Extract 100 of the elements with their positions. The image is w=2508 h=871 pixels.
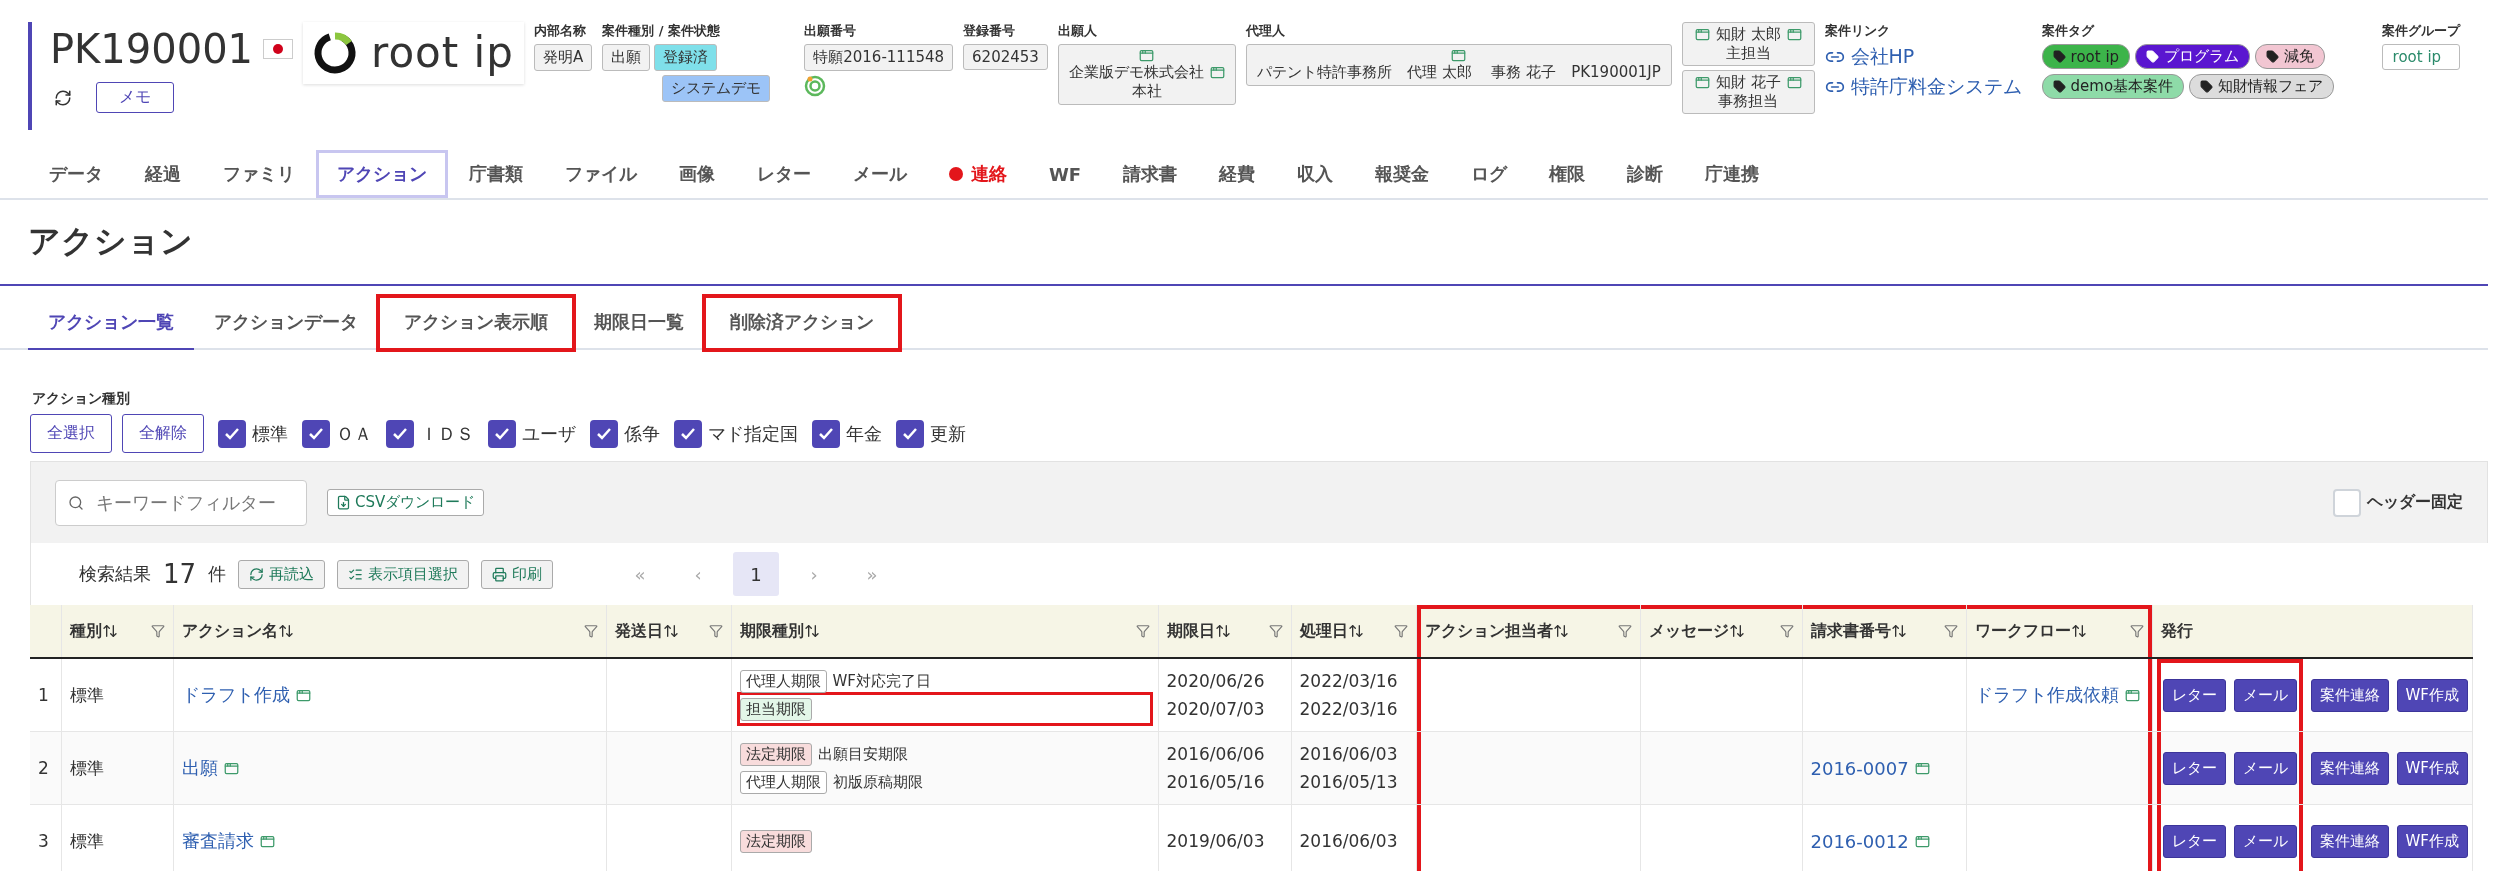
nav-tab[interactable]: 庁連携 [1684, 150, 1781, 198]
nav-tab[interactable]: 経費 [1198, 150, 1277, 198]
issue-button[interactable]: 案件連絡 [2310, 751, 2389, 785]
window-icon[interactable] [1694, 75, 1710, 90]
sub-tab[interactable]: 削除済アクション [704, 296, 900, 350]
column-header[interactable]: アクション名 [173, 605, 606, 658]
nav-tab[interactable]: ファイル [544, 150, 658, 198]
issue-button[interactable]: メール [2233, 824, 2297, 858]
window-icon[interactable] [1786, 27, 1802, 42]
filter-icon[interactable] [583, 624, 598, 638]
filter-icon[interactable] [1617, 624, 1632, 638]
checkbox[interactable] [488, 419, 516, 448]
sub-tab[interactable]: アクション表示順 [378, 296, 574, 350]
filter-icon[interactable] [1135, 624, 1150, 638]
nav-tab[interactable]: WF [1028, 150, 1103, 198]
column-header[interactable]: 発送日 [606, 605, 731, 658]
swirl-icon[interactable] [804, 75, 827, 97]
case-link[interactable]: 特許庁料金システム [1824, 74, 2022, 100]
toolbar-button[interactable]: 印刷 [481, 559, 554, 589]
nav-tab[interactable]: 経過 [124, 150, 202, 198]
search-field[interactable]: キーワードフィルター [55, 479, 307, 526]
toolbar-button[interactable]: 表示項目選択 [337, 559, 470, 589]
window-icon[interactable] [1209, 65, 1225, 80]
action-link[interactable]: 審査請求 [181, 829, 275, 853]
nav-tab[interactable]: ファミリ [202, 150, 316, 198]
workflow-link[interactable]: ドラフト作成依頼 [1974, 683, 2140, 707]
window-icon[interactable] [1139, 48, 1155, 63]
column-header[interactable]: 期限日 [1158, 605, 1291, 658]
checkbox[interactable] [812, 419, 840, 448]
case-link[interactable]: 会社HP [1824, 44, 2022, 70]
column-header[interactable]: ワークフロー [1966, 605, 2152, 658]
nav-tab[interactable]: 報奨金 [1354, 150, 1451, 198]
issue-button[interactable]: メール [2233, 678, 2297, 712]
column-header[interactable]: 請求書番号 [1802, 605, 1966, 658]
window-icon[interactable] [1694, 27, 1710, 42]
checkbox[interactable] [218, 419, 246, 448]
nav-tab[interactable]: ログ [1450, 150, 1529, 198]
sub-tab[interactable]: 期限日一覧 [574, 296, 704, 350]
nav-tab[interactable]: 庁書類 [448, 150, 544, 198]
window-icon[interactable] [295, 687, 311, 703]
nav-tab[interactable]: 連絡 [928, 150, 1028, 198]
window-icon[interactable] [2124, 687, 2140, 703]
sort-icon[interactable] [662, 623, 679, 639]
column-header[interactable]: 処理日 [1291, 605, 1416, 658]
sync-icon[interactable] [54, 88, 72, 107]
checkbox[interactable] [386, 419, 414, 448]
filter-icon[interactable] [1393, 624, 1408, 638]
page-button[interactable]: 1 [733, 552, 780, 596]
issue-button[interactable]: レター [2162, 824, 2226, 858]
nav-tab[interactable]: データ [28, 150, 124, 198]
window-icon[interactable] [1914, 760, 1930, 776]
sort-icon[interactable] [1552, 623, 1569, 639]
invoice-link[interactable]: 2016-0012 [1810, 830, 1930, 852]
nav-tab[interactable]: アクション [316, 150, 448, 198]
sort-icon[interactable] [1728, 623, 1745, 639]
nav-tab[interactable]: 権限 [1528, 150, 1607, 198]
column-header[interactable]: アクション担当者 [1416, 605, 1640, 658]
filter-icon[interactable] [1268, 624, 1283, 638]
csv-download-button[interactable]: CSVダウンロード [327, 489, 485, 516]
checkbox[interactable] [896, 419, 924, 448]
action-link[interactable]: 出願 [181, 756, 239, 780]
window-icon[interactable] [259, 833, 275, 849]
sort-icon[interactable] [2070, 623, 2087, 639]
window-icon[interactable] [1451, 48, 1467, 63]
issue-button[interactable]: メール [2233, 751, 2297, 785]
nav-tab[interactable]: 診断 [1606, 150, 1685, 198]
filter-icon[interactable] [708, 624, 723, 638]
issue-button[interactable]: 案件連絡 [2310, 678, 2389, 712]
checkbox[interactable] [302, 419, 330, 448]
window-icon[interactable] [223, 760, 239, 776]
sort-icon[interactable] [1890, 623, 1907, 639]
column-header[interactable]: メッセージ [1640, 605, 1802, 658]
nav-tab[interactable]: レター [736, 150, 832, 198]
window-icon[interactable] [1914, 833, 1930, 849]
nav-tab[interactable]: 請求書 [1102, 150, 1199, 198]
sort-icon[interactable] [1347, 623, 1364, 639]
issue-button[interactable]: WF作成 [2396, 751, 2468, 785]
select-button[interactable]: 全選択 [30, 414, 112, 453]
sub-tab[interactable]: アクション一覧 [28, 296, 194, 350]
nav-tab[interactable]: メール [832, 150, 928, 198]
sort-icon[interactable] [803, 623, 820, 639]
issue-button[interactable]: 案件連絡 [2310, 824, 2389, 858]
issue-button[interactable]: レター [2162, 678, 2226, 712]
issue-button[interactable]: レター [2162, 751, 2226, 785]
checkbox[interactable] [674, 419, 702, 448]
issue-button[interactable]: WF作成 [2396, 678, 2468, 712]
sort-icon[interactable] [1214, 623, 1231, 639]
filter-icon[interactable] [2129, 624, 2144, 638]
memo-button[interactable]: メモ [96, 82, 174, 113]
filter-icon[interactable] [150, 624, 165, 638]
filter-icon[interactable] [1943, 624, 1958, 638]
action-link[interactable]: ドラフト作成 [181, 683, 311, 707]
select-button[interactable]: 全解除 [122, 414, 204, 453]
checkbox[interactable] [590, 419, 618, 448]
issue-button[interactable]: WF作成 [2396, 824, 2468, 858]
sub-tab[interactable]: アクションデータ [194, 296, 378, 350]
column-header[interactable]: 期限種別 [731, 605, 1158, 658]
nav-tab[interactable]: 収入 [1276, 150, 1355, 198]
filter-icon[interactable] [1779, 624, 1794, 638]
toolbar-button[interactable]: 再読込 [238, 559, 326, 589]
